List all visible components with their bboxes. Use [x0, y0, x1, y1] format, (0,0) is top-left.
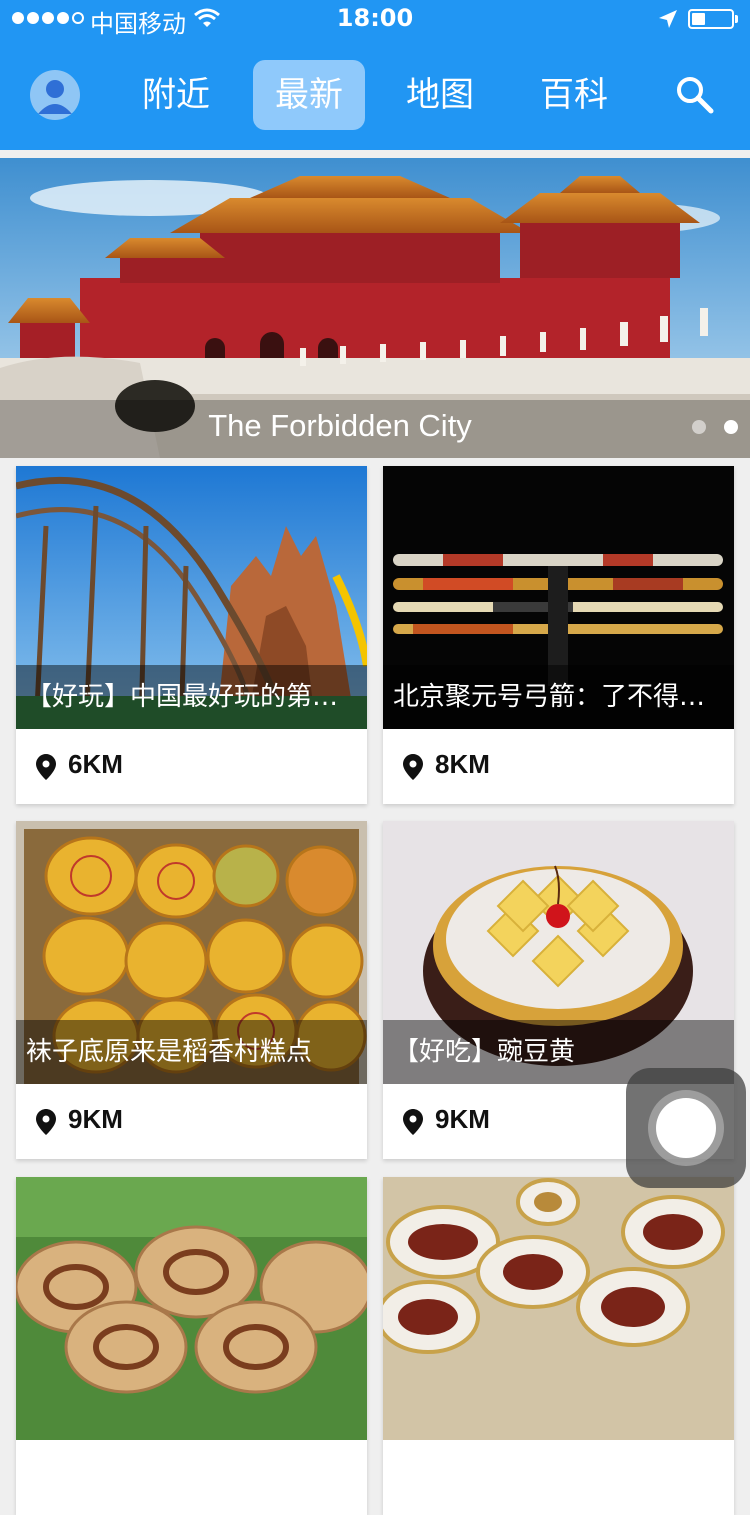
- place-card[interactable]: 北京聚元号弓箭：了不得！一张弓 8KM: [383, 466, 734, 804]
- tab-encyclopedia[interactable]: 百科: [524, 60, 624, 130]
- assistive-touch-ring: [648, 1090, 724, 1166]
- card-image: [16, 1177, 367, 1440]
- tab-nearby[interactable]: 附近: [126, 60, 226, 130]
- battery-tip: [735, 15, 738, 23]
- user-avatar-icon[interactable]: [30, 70, 80, 120]
- assistive-touch-button[interactable]: [626, 1068, 746, 1188]
- card-caption-bar: 北京聚元号弓箭：了不得！一张弓: [383, 665, 734, 729]
- place-card[interactable]: [383, 1177, 734, 1515]
- banner-title: The Forbidden City: [208, 408, 472, 443]
- card-distance: 9KM: [435, 1104, 490, 1134]
- battery-level: [692, 13, 705, 25]
- status-bar: 中国移动 18:00: [0, 0, 750, 40]
- search-icon[interactable]: [674, 74, 714, 114]
- top-bar: 中国移动 18:00 附近 最新 地图 百科: [0, 0, 750, 150]
- card-title: 袜子底原来是稻香村糕点: [26, 1037, 313, 1067]
- location-pin-icon: [403, 754, 423, 780]
- banner-page-dot-1[interactable]: [692, 420, 706, 434]
- card-caption-bar: 【好玩】中国最好玩的第八大奇迹: [16, 665, 367, 729]
- tab-map[interactable]: 地图: [390, 60, 490, 130]
- status-time: 18:00: [336, 4, 414, 32]
- place-card[interactable]: 【好玩】中国最好玩的第八大奇迹 6KM: [16, 466, 367, 804]
- card-image: [383, 1177, 734, 1440]
- assistive-touch-core: [656, 1098, 716, 1158]
- location-arrow-icon: [659, 10, 677, 28]
- location-pin-icon: [403, 1109, 423, 1135]
- card-title: 【好吃】豌豆黄: [393, 1037, 576, 1067]
- card-title: 【好玩】中国最好玩的第八大奇迹: [26, 682, 361, 712]
- tab-latest[interactable]: 最新: [253, 60, 365, 130]
- card-caption-bar: 袜子底原来是稻香村糕点: [16, 1020, 367, 1084]
- location-pin-icon: [36, 754, 56, 780]
- place-card[interactable]: 袜子底原来是稻香村糕点 9KM: [16, 821, 367, 1159]
- banner-page-dot-2[interactable]: [724, 420, 738, 434]
- battery-icon: [688, 9, 734, 29]
- card-title: 北京聚元号弓箭：了不得！一张弓: [393, 682, 728, 712]
- card-distance: 6KM: [68, 749, 123, 779]
- card-distance: 9KM: [68, 1104, 123, 1134]
- card-distance: 8KM: [435, 749, 490, 779]
- location-pin-icon: [36, 1109, 56, 1135]
- place-card[interactable]: [16, 1177, 367, 1515]
